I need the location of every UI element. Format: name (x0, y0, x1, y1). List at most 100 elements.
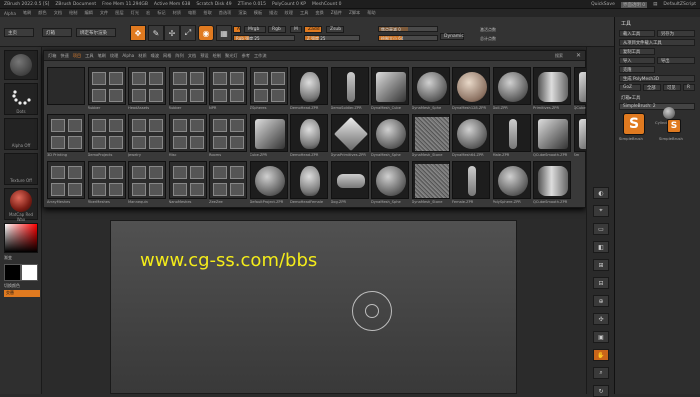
lightbox-tab[interactable]: 绘制 (213, 53, 221, 59)
zsub-button[interactable]: Zsub (326, 26, 344, 33)
xyz-icon[interactable]: ✣ (593, 313, 609, 325)
menu-item[interactable]: 颜色 (38, 10, 46, 16)
bpr-icon[interactable]: ◐ (593, 187, 609, 199)
lightbox-item[interactable]: ZeeZee (209, 161, 247, 206)
menu-item[interactable]: 首选项 (219, 10, 232, 16)
lightbox-item[interactable]: ArrayMeshes (47, 161, 85, 206)
menu-item[interactable]: 拾取 (203, 10, 211, 16)
lightbox-item[interactable]: DynaMesh_Sphe (411, 67, 450, 112)
floor-icon[interactable]: ⊟ (593, 277, 609, 289)
main-color-swatch[interactable] (4, 264, 21, 281)
move-view-icon[interactable]: ✋ (593, 349, 609, 361)
lightbox-item[interactable]: DynaMesh64.ZPR (452, 114, 490, 159)
simplebrush-icon[interactable]: S (623, 113, 645, 135)
menu-item[interactable]: 编辑 (84, 10, 92, 16)
make-polymesh-button[interactable]: 生成 PolyMesh3D (619, 75, 695, 82)
frame-icon[interactable]: ▣ (593, 331, 609, 343)
lightbox-item[interactable]: PolySphere.ZPR (492, 161, 531, 206)
close-icon[interactable]: ✕ (576, 52, 581, 59)
lightbox-item[interactable]: DynaMesh128.ZPR (452, 67, 490, 112)
lightbox-tab[interactable]: 纹理 (110, 53, 118, 59)
secondary-color-swatch[interactable] (21, 264, 38, 281)
default-script[interactable]: DefaultZScript (663, 2, 696, 7)
menu-item[interactable]: 材质 (173, 10, 181, 16)
lightbox-item[interactable]: DemoHead.ZPR (290, 67, 328, 112)
live-boolean-button[interactable]: 绑定布尔渲染 (76, 28, 116, 37)
material-icon[interactable]: ◉ (198, 25, 214, 41)
mrgb-button[interactable]: Mrgb (244, 26, 266, 33)
lightbox-item[interactable]: DemoSoldier.ZPR (330, 67, 369, 112)
lightbox-item[interactable]: DemoHead.ZPR (290, 114, 328, 159)
stroke-selector[interactable]: Dots (4, 83, 38, 115)
lightbox-tab[interactable]: 网格 (163, 53, 171, 59)
lightbox-item[interactable]: QCubeSmooth.ZPR (533, 161, 571, 206)
lightbox-item[interactable]: Cube.ZPR (249, 114, 288, 159)
menu-item[interactable]: Z插件 (331, 10, 342, 16)
lightbox-item[interactable]: DynaMesh_Cube (371, 67, 409, 112)
rgb-button[interactable]: Rgb (268, 26, 286, 33)
lightbox-item[interactable]: DynaMesh_Stone (411, 161, 450, 206)
menu-item[interactable]: Alpha (4, 11, 16, 16)
rotate-view-icon[interactable]: ↻ (593, 385, 609, 397)
lightbox-item[interactable]: FiberMeshes (87, 161, 126, 206)
lightbox-tab[interactable]: Alpha (122, 53, 134, 58)
focal-shift-slider[interactable]: 焦点衰减 0 (378, 26, 438, 32)
lightbox-item[interactable]: Primitives.ZPR (533, 67, 571, 112)
lightbox-item[interactable] (47, 67, 85, 112)
cylinder3d-icon[interactable] (663, 107, 675, 119)
lightbox-tab[interactable]: 工作流 (254, 53, 267, 59)
alpha-selector[interactable]: Alpha Off (4, 118, 38, 150)
menu-item[interactable]: 灯光 (131, 10, 139, 16)
brush-selector[interactable] (4, 50, 38, 80)
quicksave-button[interactable]: QuickSave (591, 2, 615, 7)
home-button[interactable]: 主页 (4, 28, 34, 37)
draw-size-slider[interactable]: 绘制大小 64 (378, 35, 438, 41)
lightbox-tab[interactable]: 噪波 (151, 53, 159, 59)
lightbox-button[interactable]: 灯箱 (42, 28, 72, 37)
scale-icon[interactable]: ⤢ (180, 25, 196, 41)
menu-item[interactable]: 宏 (146, 10, 150, 16)
rgb-intensity-slider[interactable]: Rgb 强度 25 (233, 35, 295, 41)
lightbox-item[interactable]: Mannequin (128, 161, 166, 206)
material-selector[interactable]: MatCap Red Wax (4, 188, 38, 222)
menu-item[interactable]: 变换 (315, 10, 323, 16)
goz-button[interactable]: GoZ (619, 84, 641, 91)
swap-button[interactable]: 交替 (4, 290, 40, 297)
load-tool-button[interactable]: 载入工具 (619, 30, 655, 37)
color-picker[interactable] (4, 223, 38, 253)
import-button[interactable]: 导入 (619, 57, 655, 64)
menu-item[interactable]: 工具 (300, 10, 308, 16)
menu-item[interactable]: 纹理 (285, 10, 293, 16)
menu-item[interactable]: 电影 (188, 10, 196, 16)
z-intensity-slider[interactable]: Z 强度 25 (304, 35, 360, 41)
lightbox-item[interactable]: DemoProjects (87, 114, 126, 159)
menu-item[interactable]: 描边 (269, 10, 277, 16)
lightbox-tab[interactable]: 材质 (138, 53, 146, 59)
clone-button[interactable]: 克隆 (619, 66, 655, 73)
texture-icon[interactable]: ▦ (216, 25, 232, 41)
lightbox-tab[interactable]: 参考 (242, 53, 250, 59)
lightbox-item[interactable]: NPR (209, 67, 247, 112)
r-button[interactable]: R (683, 84, 695, 91)
load-from-project-button[interactable]: 从项目文件载入工具 (619, 39, 695, 46)
lightbox-tab[interactable]: 文档 (188, 53, 196, 59)
all-button[interactable]: 全部 (643, 84, 661, 91)
lightbox-item[interactable]: DynaMesh_Stone (411, 114, 450, 159)
actual-icon[interactable]: ▭ (593, 223, 609, 235)
lightbox-tab[interactable]: 阵列 (175, 53, 183, 59)
lightbox-item[interactable]: Dog.ZPR (330, 161, 369, 206)
switch-color-button[interactable]: 切换颜色 (4, 283, 20, 289)
menu-item[interactable]: 渲染 (238, 10, 246, 16)
draw-icon[interactable]: ✎ (148, 25, 164, 41)
m-button[interactable]: M (290, 26, 302, 33)
copy-tool-button[interactable]: 复制工具 (619, 48, 655, 55)
lightbox-tab[interactable]: 聚光灯 (225, 53, 238, 59)
lightbox-item[interactable]: Rubber (87, 67, 126, 112)
move-icon[interactable]: ✢ (164, 25, 180, 41)
persp-icon[interactable]: ⊞ (593, 259, 609, 271)
local-icon[interactable]: ⊕ (593, 295, 609, 307)
aahalf-icon[interactable]: ◧ (593, 241, 609, 253)
lightbox-item[interactable]: DynaMesh_Sphe (371, 161, 409, 206)
lightbox-tab[interactable]: 项目 (73, 53, 81, 59)
lightbox-item[interactable]: DynaPrimitives.ZPR (330, 114, 369, 159)
